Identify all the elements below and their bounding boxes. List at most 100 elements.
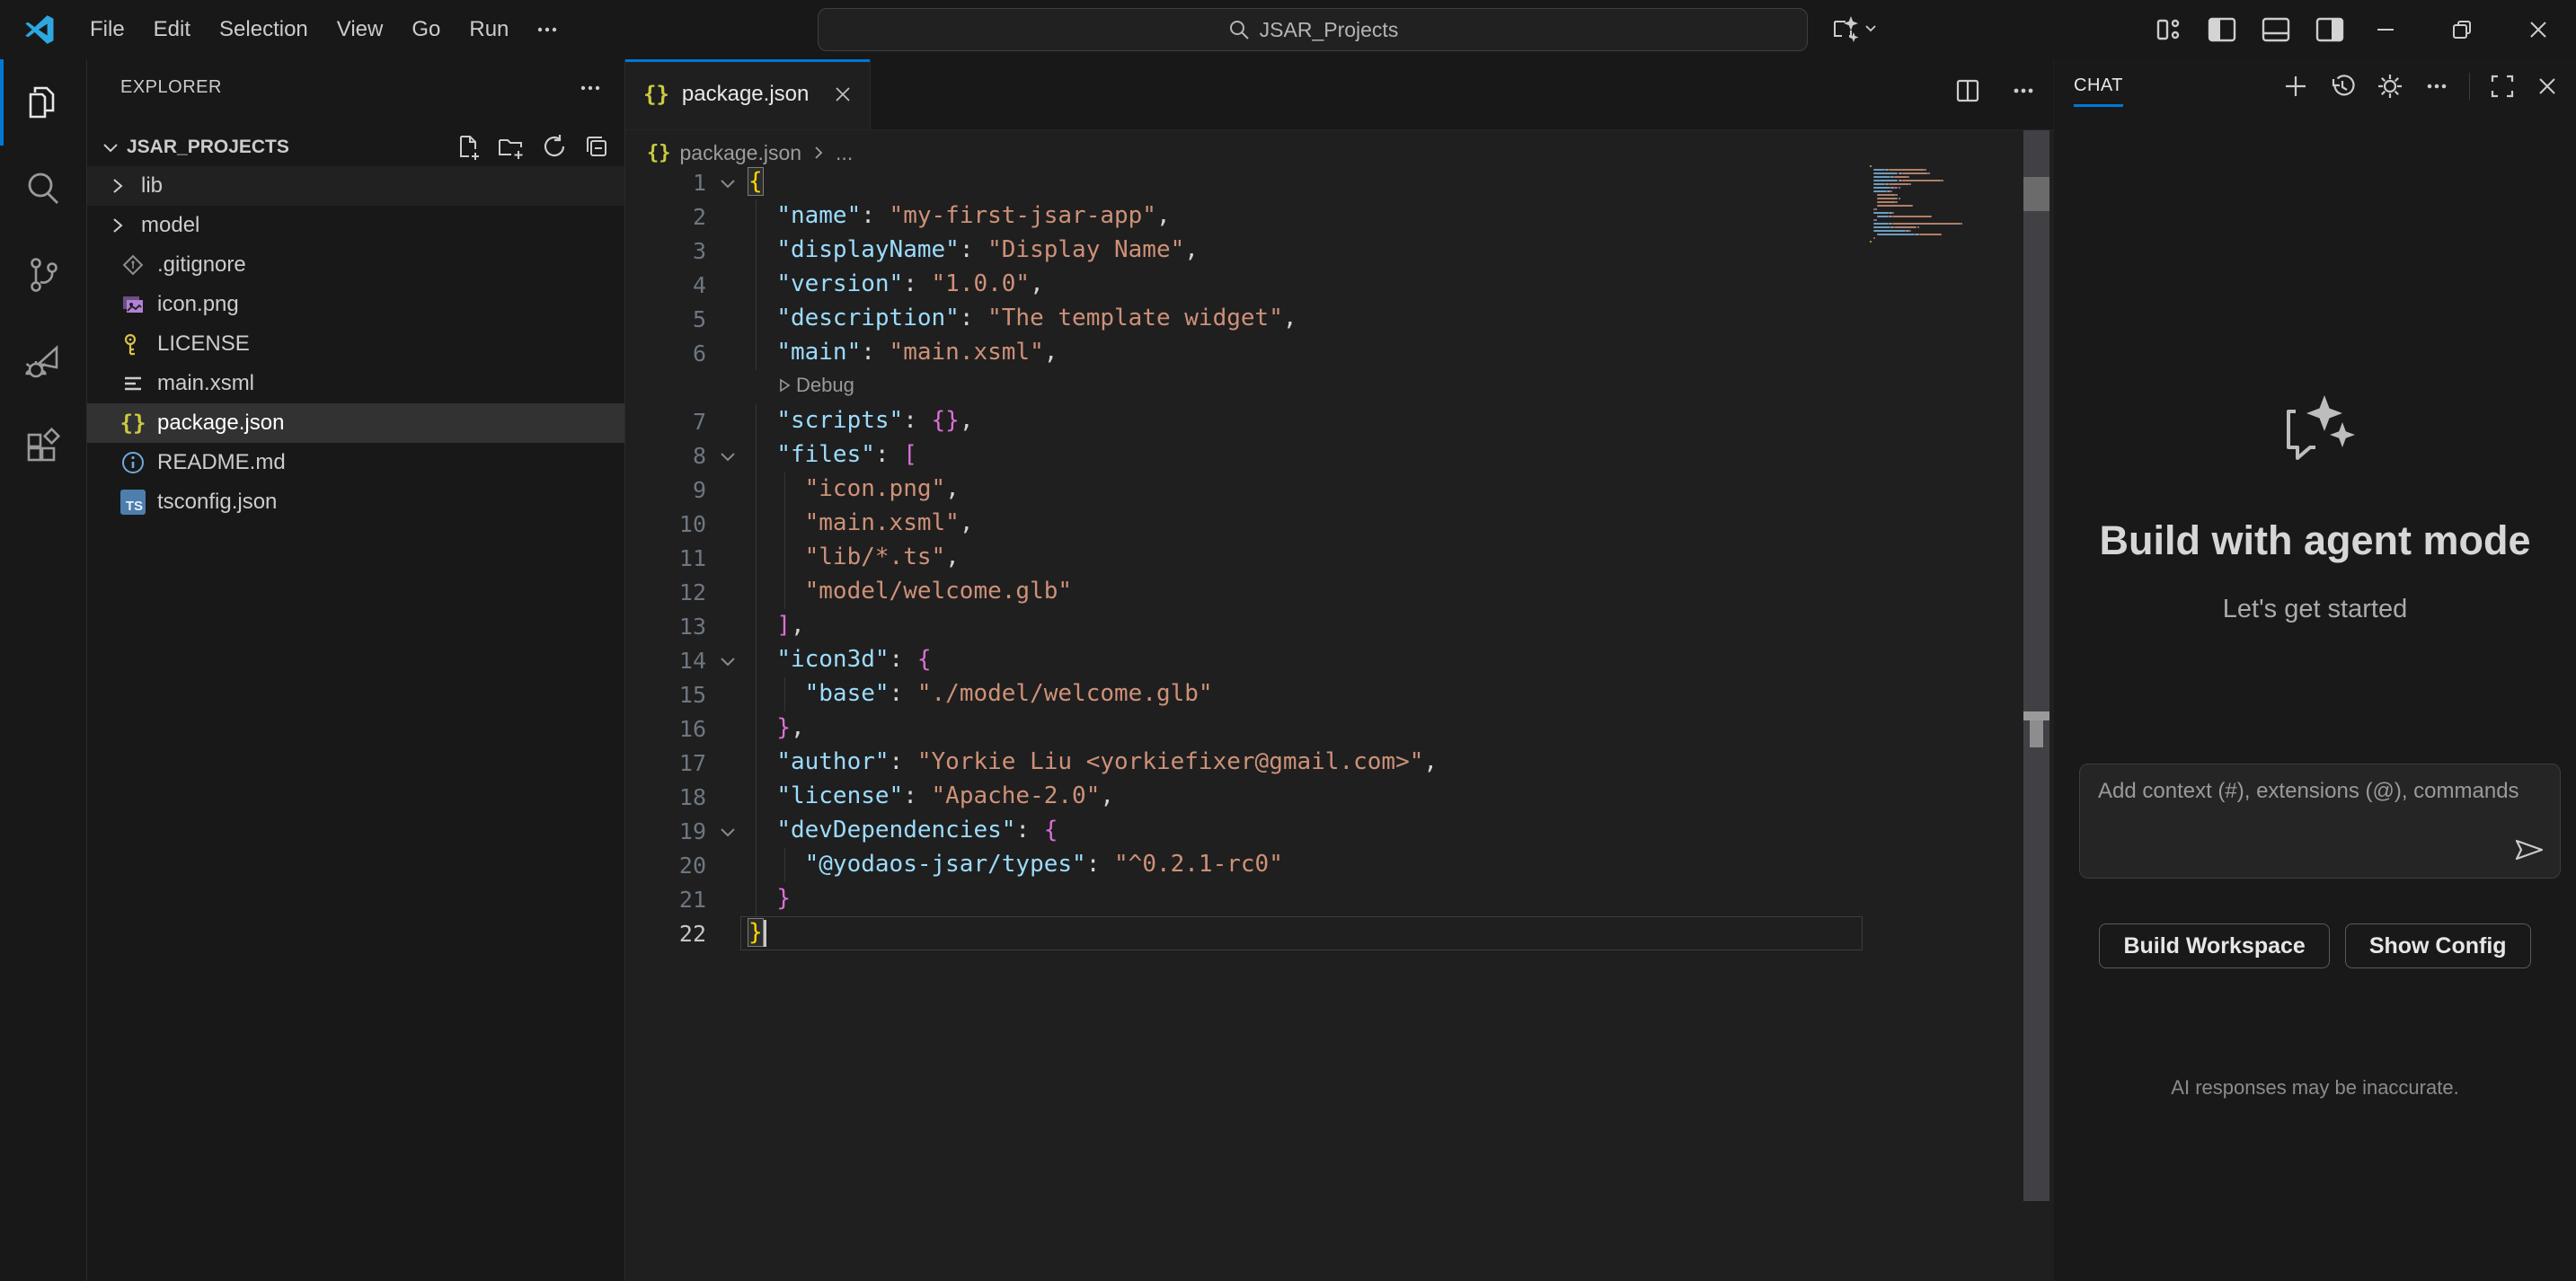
code-line-22[interactable]: 22} [625,916,2053,950]
chat-tab[interactable]: CHAT [2074,75,2123,96]
minimize-button[interactable] [2347,0,2423,59]
activity-run-debug[interactable] [0,318,86,404]
chat-quick-actions: Build Workspace Show Config [2054,923,2576,968]
code-line-6[interactable]: 6 "main": "main.xsml", [625,336,2053,370]
code-line-7[interactable]: 7 "scripts": {}, [625,404,2053,438]
minimap[interactable] [1870,164,2021,243]
tree-item-icon-png[interactable]: icon.png [87,285,624,324]
fold-chevron-icon[interactable] [717,172,740,194]
restore-button[interactable] [2423,0,2500,59]
toggle-panel-icon[interactable] [2261,15,2291,44]
fold-chevron-icon[interactable] [717,821,740,843]
menu-view[interactable]: View [323,10,398,49]
code-line-17[interactable]: 17 "author": "Yorkie Liu <yorkiefixer@gm… [625,746,2053,780]
titlebar: FileEditSelectionViewGoRun JSAR_Projects [0,0,2576,60]
tab-package-json[interactable]: {} package.json [625,59,871,129]
code-line-20[interactable]: 20 "@yodaos-jsar/types": "^0.2.1-rc0" [625,848,2053,882]
collapse-all-icon[interactable] [583,133,610,160]
code-line-8[interactable]: 8 "files": [ [625,438,2053,473]
command-center-search[interactable]: JSAR_Projects [818,8,1808,51]
code-text: "name": "my-first-jsar-app", [748,202,1171,229]
line-number: 7 [625,409,706,435]
menu-run[interactable]: Run [455,10,523,49]
new-file-icon[interactable] [455,133,482,160]
refresh-icon[interactable] [541,133,568,160]
sidebar-more-actions-icon[interactable] [578,75,603,101]
menu-edit[interactable]: Edit [139,10,205,49]
explorer-actions [455,133,610,160]
more-actions-icon[interactable] [2010,77,2037,104]
search-text: JSAR_Projects [1260,18,1399,42]
tree-item-main-xsml[interactable]: main.xsml [87,364,624,403]
menu-selection[interactable]: Selection [205,10,323,49]
chat-header: CHAT [2054,59,2576,115]
activity-explorer[interactable] [0,59,86,146]
send-icon[interactable] [2513,835,2545,865]
editor-scrollbar[interactable] [2023,130,2049,1201]
menu-file[interactable]: File [75,10,139,49]
code-text: }, [748,714,805,741]
copilot-button[interactable] [1829,11,1878,47]
new-folder-icon[interactable] [497,133,526,160]
tree-item-tsconfig-json[interactable]: TStsconfig.json [87,482,624,522]
chat-panel: CHAT Build with agent [2054,59,2576,1281]
code-line-9[interactable]: 9 "icon.png", [625,473,2053,507]
code-line-19[interactable]: 19 "devDependencies": { [625,814,2053,848]
code-line-1[interactable]: 1{ [625,165,2053,199]
scrollbar-thumb[interactable] [2023,177,2049,211]
list-file-icon [120,371,146,396]
toggle-primary-sidebar-icon[interactable] [2207,15,2237,44]
close-panel-icon[interactable] [2535,74,2560,99]
breadcrumb[interactable]: {} package.json ... [647,137,853,169]
tree-item--gitignore[interactable]: .gitignore [87,245,624,285]
activity-source-control[interactable] [0,232,86,318]
close-window-button[interactable] [2500,0,2576,59]
tree-item-lib[interactable]: lib [87,166,624,206]
fold-chevron-icon[interactable] [717,446,740,467]
more-actions-icon[interactable] [2423,73,2450,100]
toggle-secondary-sidebar-icon[interactable] [2315,15,2345,44]
tree-item-readme-md[interactable]: README.md [87,443,624,482]
code-line-10[interactable]: 10 "main.xsml", [625,507,2053,541]
activity-extensions[interactable] [0,404,86,490]
menu-go[interactable]: Go [397,10,455,49]
code-line-3[interactable]: 3 "displayName": "Display Name", [625,234,2053,268]
code-line-11[interactable]: 11 "lib/*.ts", [625,541,2053,575]
build-workspace-button[interactable]: Build Workspace [2099,923,2329,968]
fold-chevron-icon[interactable] [717,650,740,672]
breadcrumb-more[interactable]: ... [836,141,853,165]
code-line-18[interactable]: 18 "license": "Apache-2.0", [625,780,2053,814]
tree-item-license[interactable]: LICENSE [87,324,624,364]
customize-layout-icon[interactable] [2155,15,2183,44]
chat-heading: Build with agent mode [2054,517,2576,564]
new-chat-icon[interactable] [2282,73,2309,100]
file-tree: libmodel.gitignoreicon.pngLICENSEmain.xs… [87,166,624,522]
codelens-debug-link[interactable]: Debug [776,374,854,397]
menu-more-icon[interactable] [523,11,571,49]
code-line-14[interactable]: 14 "icon3d": { [625,643,2053,677]
settings-gear-icon[interactable] [2376,72,2404,101]
tab-close-icon[interactable] [832,84,854,105]
activity-search[interactable] [0,146,86,232]
chat-input[interactable]: Add context (#), extensions (@), command… [2079,764,2561,879]
chevron-right-icon [810,145,827,161]
workspace-section-header[interactable]: JSAR_PROJECTS [87,128,624,166]
history-icon[interactable] [2328,72,2357,101]
code-area[interactable]: 1{2 "name": "my-first-jsar-app",3 "displ… [625,165,2053,950]
split-editor-icon[interactable] [1954,77,1981,104]
show-config-button[interactable]: Show Config [2345,923,2531,968]
code-text: ], [748,612,805,639]
tree-item-package-json[interactable]: {}package.json [87,403,624,443]
code-line-13[interactable]: 13 ], [625,609,2053,643]
code-line-5[interactable]: 5 "description": "The template widget", [625,302,2053,336]
code-line-16[interactable]: 16 }, [625,711,2053,746]
code-line-21[interactable]: 21 } [625,882,2053,916]
breadcrumb-file[interactable]: package.json [680,141,802,165]
code-line-15[interactable]: 15 "base": "./model/welcome.glb" [625,677,2053,711]
code-line-2[interactable]: 2 "name": "my-first-jsar-app", [625,199,2053,234]
maximize-panel-icon[interactable] [2489,73,2516,100]
tree-item-model[interactable]: model [87,206,624,245]
line-number: 4 [625,272,706,298]
code-line-4[interactable]: 4 "version": "1.0.0", [625,268,2053,302]
code-line-12[interactable]: 12 "model/welcome.glb" [625,575,2053,609]
